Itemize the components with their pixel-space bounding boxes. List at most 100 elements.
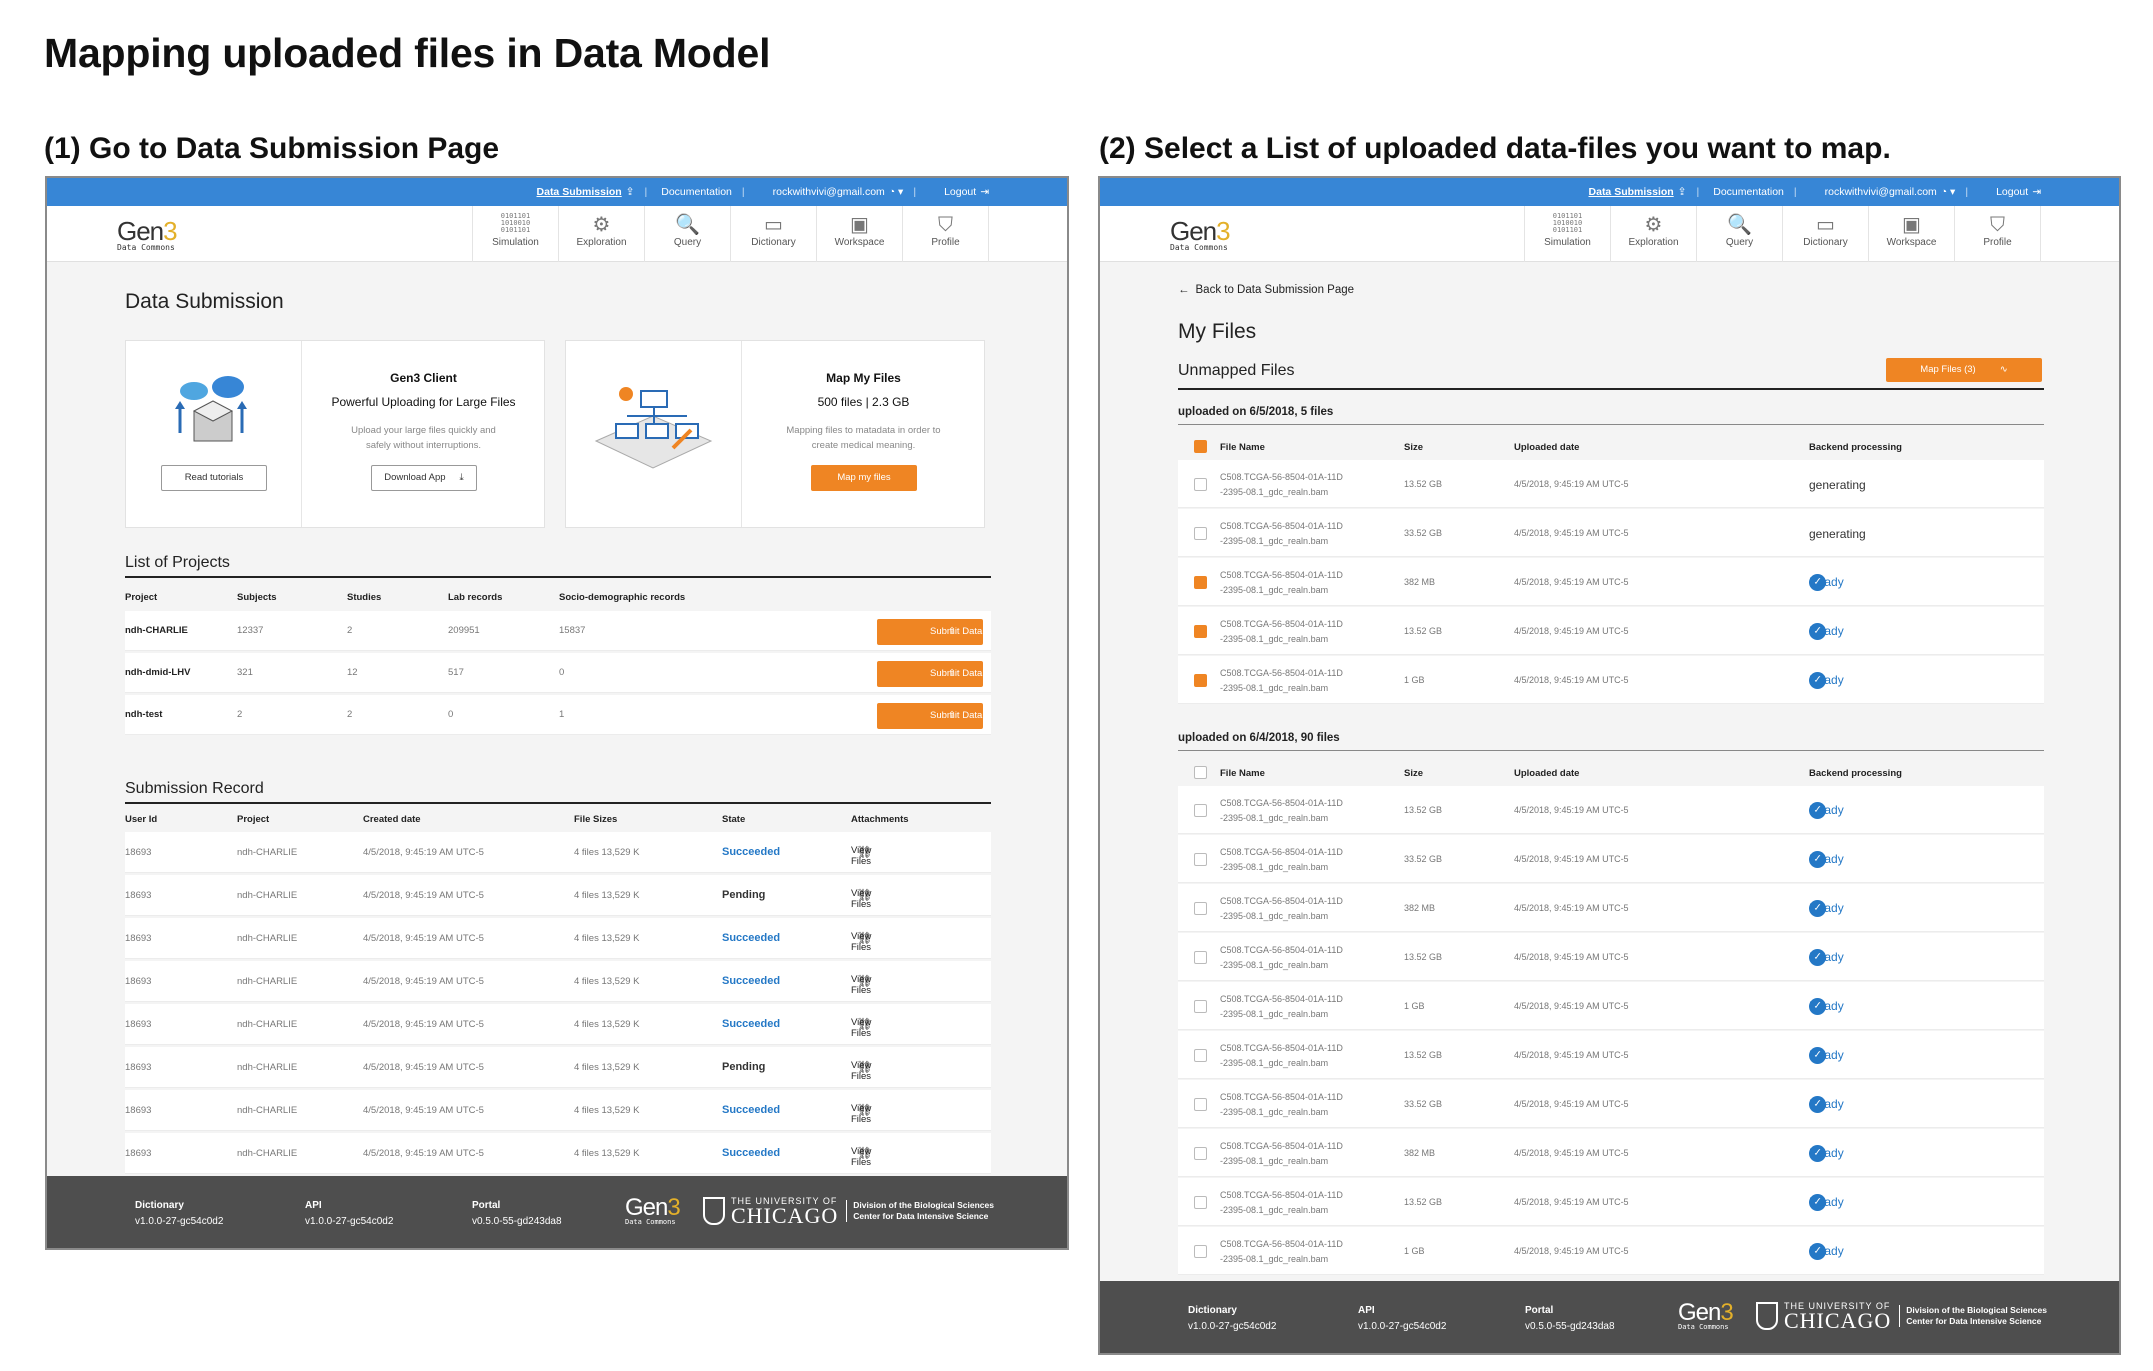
status-ready: ✓ Ready [1809,622,1844,640]
file-uploaded-date: 4/5/2018, 9:45:19 AM UTC-5 [1514,1245,1629,1256]
file-name-line1: C508.TCGA-56-8504-01A-11D [1220,569,1343,580]
nav-dictionary[interactable]: ▭ Dictionary [1783,206,1869,262]
map-my-files-card: Map My Files 500 files | 2.3 GB Mapping fi… [565,340,985,528]
file-name-line1: C508.TCGA-56-8504-01A-11D [1220,1091,1343,1102]
gen3-client-card: Read tutorials Gen3 Client Powerful Upload… [125,340,545,528]
unmapped-files-heading: Unmapped Files [1178,362,1295,379]
project-studies: 2 [347,709,353,720]
file-row: C508.TCGA-56-8504-01A-11D -2395-08.1_gdc_… [1178,982,2044,1030]
map-files-desc: Mapping files to matadata in order to cr… [786,425,941,451]
submit-data-button[interactable]: Submit Data ⇪ [877,703,983,729]
gen3-client-subtitle: Powerful Uploading for Large Files [331,395,516,409]
status-ready: ✓ Ready [1809,1095,1844,1113]
file-checkbox[interactable] [1194,1097,1207,1111]
upload-icon: ⇪ [948,626,956,637]
files-col-header: Backend processing [1809,768,1902,779]
file-checkbox[interactable] [1194,1244,1207,1258]
table-row: 18693 ndh-CHARLIE 4/5/2018, 9:45:19 AM UTC… [125,918,991,959]
user-menu[interactable]: rockwithvivi@gmail.com ◔ ▾ [1811,186,1956,198]
file-checkbox[interactable] [1194,526,1207,540]
file-checkbox[interactable] [1194,624,1207,638]
file-row: C508.TCGA-56-8504-01A-11D -2395-08.1_gdc_… [1178,835,2044,883]
file-name-line2: -2395-08.1_gdc_realn.bam [1220,535,1329,546]
gen3-logo[interactable]: Gen3 Data Commons [117,216,178,252]
file-checkbox[interactable] [1194,901,1207,915]
nav-query[interactable]: 🔍 Query [645,206,731,262]
record-id: 18693 [125,1148,152,1159]
gen3-client-title: Gen3 Client [390,371,457,385]
project-studies: 12 [347,667,358,678]
record-state: Pending [722,1061,766,1073]
nav-simulation[interactable]: 0101101 1010010 0101101 Simulation [473,206,559,262]
file-uploaded-date: 4/5/2018, 9:45:19 AM UTC-5 [1514,674,1629,685]
file-uploaded-date: 4/5/2018, 9:45:19 AM UTC-5 [1514,625,1629,636]
profile-icon: ⛉ [1990,214,2005,236]
attachment-icon: ⛓ [857,1017,873,1031]
documentation-link[interactable]: Documentation [1713,186,1784,198]
api-version: v1.0.0-27-gc54c0d2 [1358,1321,1447,1332]
file-checkbox[interactable] [1194,575,1207,589]
back-link[interactable]: ← Back to Data Submission Page [1178,284,1354,296]
file-checkbox[interactable] [1194,950,1207,964]
file-checkbox[interactable] [1194,1146,1207,1160]
nav-workspace[interactable]: ▣ Workspace [1869,206,1955,262]
file-checkbox[interactable] [1194,803,1207,817]
record-project: ndh-CHARLIE [237,933,298,944]
upload-group-label: uploaded on 6/4/2018, 90 files [1178,732,1340,744]
record-state: Pending [722,889,766,901]
nav-workspace[interactable]: ▣ Workspace [817,206,903,262]
file-size: 33.52 GB [1404,853,1443,864]
nav-profile[interactable]: ⛉ Profile [1955,206,2041,262]
nav-label: Simulation [1544,237,1591,248]
page-title: Mapping uploaded files in Data Model [44,30,771,76]
chart-link-icon: ∿ [1999,364,2008,375]
submit-data-button[interactable]: Submit Data ⇪ [877,619,983,645]
file-checkbox[interactable] [1194,999,1207,1013]
status-ready: ✓ Ready [1809,1046,1844,1064]
file-checkbox[interactable] [1194,1048,1207,1062]
nav-dictionary[interactable]: ▭ Dictionary [731,206,817,262]
nav-label: Query [673,237,702,248]
file-name-line1: C508.TCGA-56-8504-01A-11D [1220,471,1343,482]
documentation-link[interactable]: Documentation [661,186,732,198]
map-my-files-button[interactable]: Map my files [811,465,917,491]
download-app-button[interactable]: Download App ⤓ [371,465,477,491]
select-all-checkbox[interactable] [1194,440,1207,453]
project-socio: 0 [559,667,565,678]
project-lab: 0 [448,709,454,720]
data-submission-link[interactable]: Data Submission ⇪ [1589,186,1687,198]
nav-exploration[interactable]: ⚙ Exploration [559,206,645,262]
file-name-line1: C508.TCGA-56-8504-01A-11D [1220,667,1343,678]
file-size: 33.52 GB [1404,527,1443,538]
map-files-button[interactable]: Map Files (3) ∿ [1886,358,2042,382]
select-all-checkbox[interactable] [1194,766,1207,779]
dictionary-label: Dictionary [135,1200,184,1211]
data-submission-link[interactable]: Data Submission ⇪ [537,186,635,198]
project-socio: 15837 [559,625,586,636]
nav-query[interactable]: 🔍 Query [1697,206,1783,262]
project-subjects: 12337 [237,625,264,636]
submit-data-button[interactable]: Submit Data ⇪ [877,661,983,687]
attachment-icon: ⛓ [857,1103,873,1117]
status-ready: ✓ Ready [1809,801,1844,819]
projects-col-header: Lab records [448,592,503,603]
project-name: ndh-dmid-LHV [125,667,191,678]
logout-link[interactable]: Logout ⇥ [1982,186,2041,198]
nav-profile[interactable]: ⛉ Profile [903,206,989,262]
file-checkbox[interactable] [1194,852,1207,866]
gen3-logo[interactable]: Gen3 Data Commons [1170,216,1231,252]
file-name-line2: -2395-08.1_gdc_realn.bam [1220,682,1329,693]
nav-exploration[interactable]: ⚙ Exploration [1611,206,1697,262]
user-menu[interactable]: rockwithvivi@gmail.com ◔ ▾ [759,186,904,198]
read-tutorials-button[interactable]: Read tutorials [161,465,267,491]
nav-simulation[interactable]: 0101101 1010010 0101101 Simulation [1525,206,1611,262]
file-checkbox[interactable] [1194,673,1207,687]
file-checkbox[interactable] [1194,477,1207,491]
portal-label: Portal [1525,1305,1554,1316]
file-checkbox[interactable] [1194,1195,1207,1209]
record-id: 18693 [125,1105,152,1116]
logout-link[interactable]: Logout ⇥ [930,186,989,198]
attachment-icon: ⛓ [857,845,873,859]
step2-title: (2) Select a List of uploaded data-files… [1099,132,1891,165]
workspace-icon: ▣ [850,214,869,236]
